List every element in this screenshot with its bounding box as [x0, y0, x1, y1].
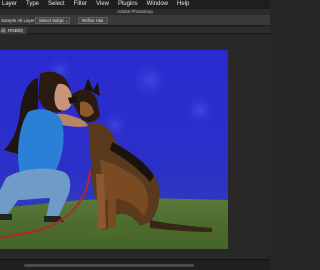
- menu-plugins[interactable]: Plugins: [118, 0, 138, 9]
- refine-hair-button[interactable]: Refine Hair: [78, 17, 108, 24]
- scrollbar-thumb[interactable]: [24, 264, 194, 267]
- horizontal-scrollbar[interactable]: [0, 259, 270, 270]
- menu-select[interactable]: Select: [48, 0, 65, 9]
- menu-view[interactable]: View: [96, 0, 109, 9]
- select-subject-dropdown[interactable]: ⌄: [63, 17, 70, 24]
- document-tab[interactable]: @, RGB/8): [0, 27, 28, 34]
- menu-layer[interactable]: Layer: [2, 0, 17, 9]
- menu-window[interactable]: Window: [147, 0, 168, 9]
- menu-type[interactable]: Type: [26, 0, 39, 9]
- menu-help[interactable]: Help: [177, 0, 189, 9]
- document-canvas[interactable]: [0, 50, 228, 249]
- options-bar: Sample All Layers Select Subject ⌄ Refin…: [0, 15, 270, 26]
- menu-bar: Layer Type Select Filter View Plugins Wi…: [0, 0, 270, 9]
- menu-filter[interactable]: Filter: [74, 0, 87, 9]
- photo-with-quick-mask: [0, 50, 228, 249]
- sample-all-layers-label[interactable]: Sample All Layers: [1, 16, 37, 25]
- document-tab-bar: @, RGB/8): [0, 27, 270, 34]
